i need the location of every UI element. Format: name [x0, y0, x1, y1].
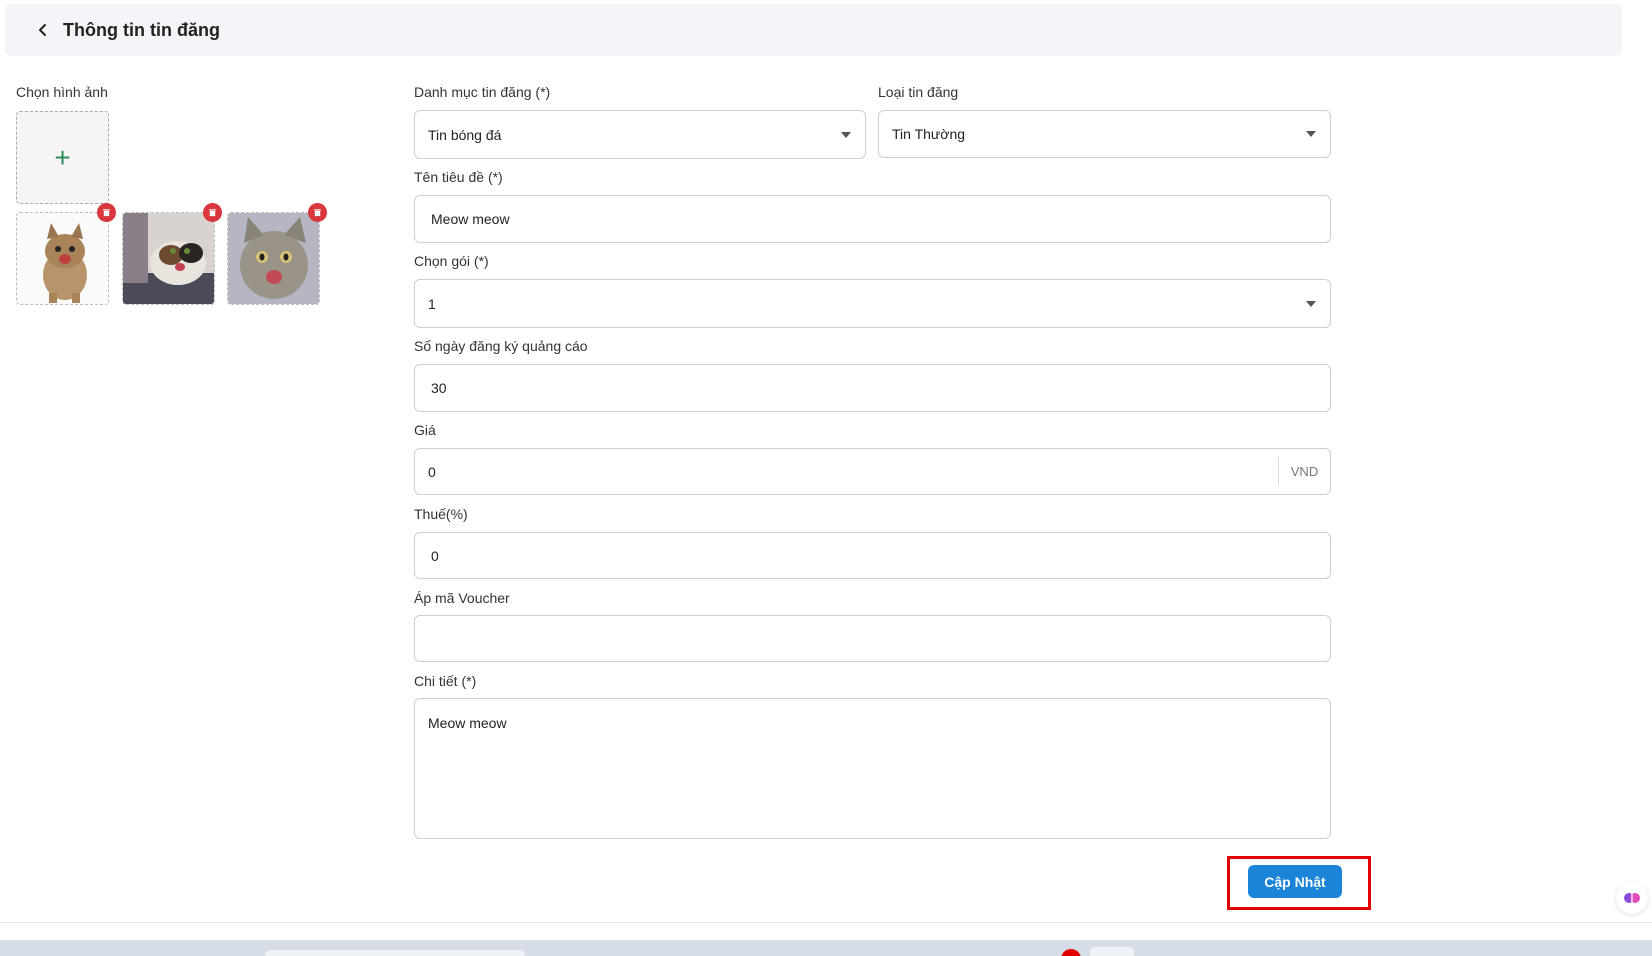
page-title: Thông tin tin đăng: [63, 19, 220, 40]
voucher-input[interactable]: [414, 615, 1331, 662]
assistant-button[interactable]: [1616, 882, 1648, 914]
days-input[interactable]: 30: [414, 364, 1331, 412]
category-label: Danh mục tin đăng (*): [414, 84, 551, 100]
caret-down-icon: [841, 131, 851, 138]
detail-value: Meow meow: [428, 715, 507, 731]
chevron-left-icon: [39, 24, 46, 36]
brain-icon: [1624, 893, 1640, 903]
cat-blanket-image: [122, 212, 215, 305]
taskbar-search[interactable]: [265, 950, 525, 956]
package-value: 1: [428, 295, 436, 312]
caret-down-icon: [1306, 131, 1316, 137]
taskbar: [0, 940, 1652, 956]
tax-label: Thuế(%): [414, 506, 468, 522]
images-label: Chọn hình ảnh: [16, 84, 108, 100]
title-value: Meow meow: [431, 211, 510, 227]
tax-value: 0: [431, 547, 439, 564]
back-button[interactable]: [29, 16, 57, 44]
detail-textarea[interactable]: Meow meow: [414, 698, 1331, 839]
package-label: Chọn gói (*): [414, 253, 489, 269]
update-button[interactable]: Cập Nhật: [1248, 865, 1342, 898]
trash-icon: [313, 209, 322, 217]
page: Thông tin tin đăng Chọn hình ảnh + Danh …: [0, 0, 1652, 956]
cat-surprised-image: [227, 212, 320, 305]
plus-icon: +: [54, 141, 71, 173]
taskbar-app-icon[interactable]: [1090, 947, 1134, 956]
days-value: 30: [431, 380, 447, 396]
kitten-image: [16, 212, 109, 305]
package-select[interactable]: 1: [414, 279, 1331, 328]
title-label: Tên tiêu đề (*): [414, 169, 503, 185]
voucher-label: Áp mã Voucher: [414, 590, 510, 606]
divider: [0, 922, 1652, 923]
price-input[interactable]: 0 VND: [414, 448, 1331, 495]
type-label: Loại tin đăng: [878, 84, 959, 100]
type-select[interactable]: Tin Thường: [878, 110, 1331, 158]
title-input[interactable]: Meow meow: [414, 195, 1331, 243]
type-value: Tin Thường: [892, 126, 966, 142]
detail-label: Chi tiết (*): [414, 673, 477, 689]
caret-down-icon: [1306, 300, 1316, 307]
add-image-button[interactable]: +: [16, 111, 109, 204]
category-value: Tin bóng đá: [428, 126, 502, 143]
days-label: Số ngày đăng ký quảng cáo: [414, 338, 588, 354]
price-value: 0: [428, 463, 436, 480]
delete-image-button[interactable]: [308, 203, 327, 222]
header-bar: Thông tin tin đăng: [5, 4, 1622, 56]
trash-icon: [208, 209, 217, 217]
currency-suffix: VND: [1278, 457, 1330, 486]
delete-image-button[interactable]: [203, 203, 222, 222]
delete-image-button[interactable]: [97, 203, 116, 222]
image-thumbnail[interactable]: [227, 203, 327, 305]
image-thumbnail[interactable]: [122, 203, 222, 305]
price-label: Giá: [414, 422, 436, 438]
tax-input[interactable]: 0: [414, 532, 1331, 579]
trash-icon: [102, 209, 111, 217]
image-thumbnail[interactable]: [16, 203, 116, 305]
category-select[interactable]: Tin bóng đá: [414, 110, 866, 159]
